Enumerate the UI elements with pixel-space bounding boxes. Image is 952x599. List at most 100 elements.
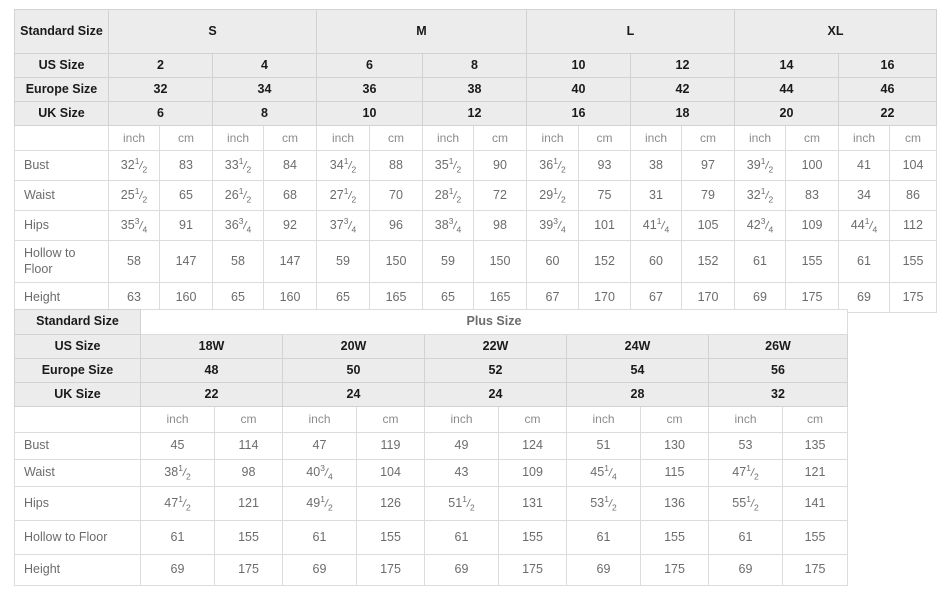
standard-size-table: Standard Size S M L XL US Size 2 4 6 8 1…: [14, 9, 937, 313]
us-size-cell: 26W: [708, 334, 848, 359]
measure-cell: 59: [316, 240, 370, 283]
table-row-waist: Waist 381/2 98 403/4 104 43 109 451/4 11…: [14, 459, 848, 487]
measure-cell: 61: [838, 240, 890, 283]
uk-size-cell: 8: [212, 101, 317, 126]
unit-row-spacer: [14, 125, 109, 151]
measure-cell: 69: [282, 554, 357, 586]
measure-cell: 60: [630, 240, 682, 283]
measure-cell: 69: [708, 554, 783, 586]
measure-cell: 65: [212, 282, 264, 313]
unit-inch: inch: [734, 125, 786, 151]
us-size-cell: 20W: [282, 334, 425, 359]
europe-size-cell: 46: [838, 77, 937, 102]
measure-cell: 423/4: [734, 210, 786, 241]
plus-size-group-label: Plus Size: [140, 309, 848, 335]
measure-cell: 83: [159, 150, 213, 181]
measure-cell: 353/4: [108, 210, 160, 241]
measure-cell: 121: [782, 459, 848, 487]
measure-cell: 93: [578, 150, 631, 181]
measure-cell: 65: [422, 282, 474, 313]
measure-cell: 104: [889, 150, 937, 181]
measure-cell: 100: [785, 150, 839, 181]
row-label-europe-size: Europe Size: [14, 358, 141, 383]
europe-size-cell: 54: [566, 358, 709, 383]
uk-size-cell: 16: [526, 101, 631, 126]
unit-cm: cm: [473, 125, 527, 151]
measure-cell: 155: [785, 240, 839, 283]
measure-cell: 109: [498, 459, 567, 487]
measure-cell: 363/4: [212, 210, 264, 241]
measure-cell: 141: [782, 486, 848, 521]
measure-cell: 61: [708, 520, 783, 555]
us-size-cell: 4: [212, 53, 317, 78]
measure-cell: 86: [889, 180, 937, 211]
measure-cell: 441/4: [838, 210, 890, 241]
uk-size-cell: 24: [282, 382, 425, 407]
measure-cell: 92: [263, 210, 317, 241]
unit-inch: inch: [316, 125, 370, 151]
measure-cell: 131: [498, 486, 567, 521]
measure-cell: 175: [356, 554, 425, 586]
measure-cell: 58: [212, 240, 264, 283]
measure-cell: 109: [785, 210, 839, 241]
measure-cell: 511/2: [424, 486, 499, 521]
unit-cm: cm: [214, 406, 283, 433]
measure-cell: 331/2: [212, 150, 264, 181]
measure-cell: 281/2: [422, 180, 474, 211]
measure-cell: 61: [734, 240, 786, 283]
uk-size-cell: 22: [140, 382, 283, 407]
measure-cell: 152: [681, 240, 735, 283]
measure-cell: 491/2: [282, 486, 357, 521]
row-label-bust: Bust: [14, 150, 109, 181]
measure-cell: 60: [526, 240, 579, 283]
measure-cell: 47: [282, 432, 357, 460]
unit-cm: cm: [640, 406, 709, 433]
row-label-hips: Hips: [14, 210, 109, 241]
measure-cell: 97: [681, 150, 735, 181]
measure-cell: 105: [681, 210, 735, 241]
measure-cell: 155: [640, 520, 709, 555]
measure-cell: 61: [282, 520, 357, 555]
unit-cm: cm: [785, 125, 839, 151]
plus-europe-size-row: Europe Size 48 50 52 54 56: [14, 358, 848, 383]
measure-cell: 61: [424, 520, 499, 555]
us-size-cell: 10: [526, 53, 631, 78]
plus-unit-row: inch cm inch cm inch cm inch cm inch cm: [14, 406, 848, 433]
europe-size-cell: 34: [212, 77, 317, 102]
row-label-uk-size: UK Size: [14, 101, 109, 126]
table-row-hollow-to-floor: Hollow to Floor 58 147 58 147 59 150 59 …: [14, 240, 937, 283]
row-label-standard-size: Standard Size: [14, 9, 109, 54]
measure-cell: 98: [214, 459, 283, 487]
unit-cm: cm: [889, 125, 937, 151]
row-label-us-size: US Size: [14, 334, 141, 359]
size-group-l: L: [526, 9, 735, 54]
measure-cell: 69: [424, 554, 499, 586]
uk-size-cell: 24: [424, 382, 567, 407]
measure-cell: 58: [108, 240, 160, 283]
unit-inch: inch: [838, 125, 890, 151]
measure-cell: 471/2: [140, 486, 215, 521]
measure-cell: 130: [640, 432, 709, 460]
measure-cell: 152: [578, 240, 631, 283]
measure-cell: 381/2: [140, 459, 215, 487]
row-label-height: Height: [14, 554, 141, 586]
uk-size-cell: 22: [838, 101, 937, 126]
europe-size-cell: 48: [140, 358, 283, 383]
measure-cell: 75: [578, 180, 631, 211]
size-chart-page: Standard Size S M L XL US Size 2 4 6 8 1…: [0, 0, 952, 599]
measure-cell: 41: [838, 150, 890, 181]
table-row-height: Height 63 160 65 160 65 165 65 165 67 17…: [14, 282, 937, 313]
measure-cell: 551/2: [708, 486, 783, 521]
measure-cell: 261/2: [212, 180, 264, 211]
measure-cell: 136: [640, 486, 709, 521]
measure-cell: 403/4: [282, 459, 357, 487]
uk-size-cell: 6: [108, 101, 213, 126]
europe-size-cell: 50: [282, 358, 425, 383]
measure-cell: 391/2: [734, 150, 786, 181]
measure-cell: 135: [782, 432, 848, 460]
us-size-cell: 18W: [140, 334, 283, 359]
uk-size-cell: 32: [708, 382, 848, 407]
measure-cell: 65: [316, 282, 370, 313]
measure-cell: 165: [473, 282, 527, 313]
row-label-uk-size: UK Size: [14, 382, 141, 407]
